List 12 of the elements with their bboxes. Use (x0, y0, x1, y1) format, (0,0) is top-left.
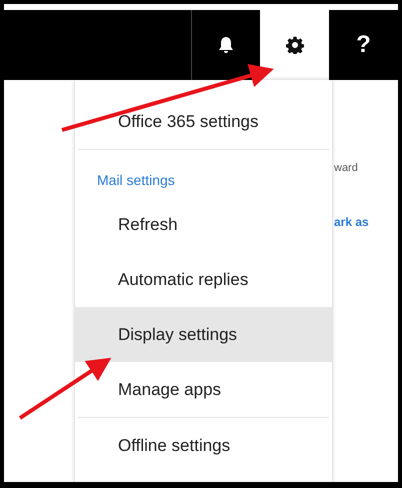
settings-button[interactable] (260, 10, 329, 80)
menu-item[interactable]: Office 365 settings (75, 94, 332, 149)
settings-icon (286, 36, 304, 54)
toolbar-text: ward (334, 161, 359, 176)
menu-item[interactable]: Manage apps (75, 362, 332, 417)
menu-item[interactable]: Display settings (75, 307, 332, 362)
menu-heading: Mail settings (96, 171, 176, 190)
bell-icon (218, 36, 234, 54)
menu-item[interactable]: Automatic replies (75, 252, 332, 307)
mark-as-link[interactable]: ark as (334, 212, 369, 230)
menu-item[interactable]: Refresh (75, 197, 332, 252)
menu-item[interactable]: Offline settings (75, 418, 332, 473)
